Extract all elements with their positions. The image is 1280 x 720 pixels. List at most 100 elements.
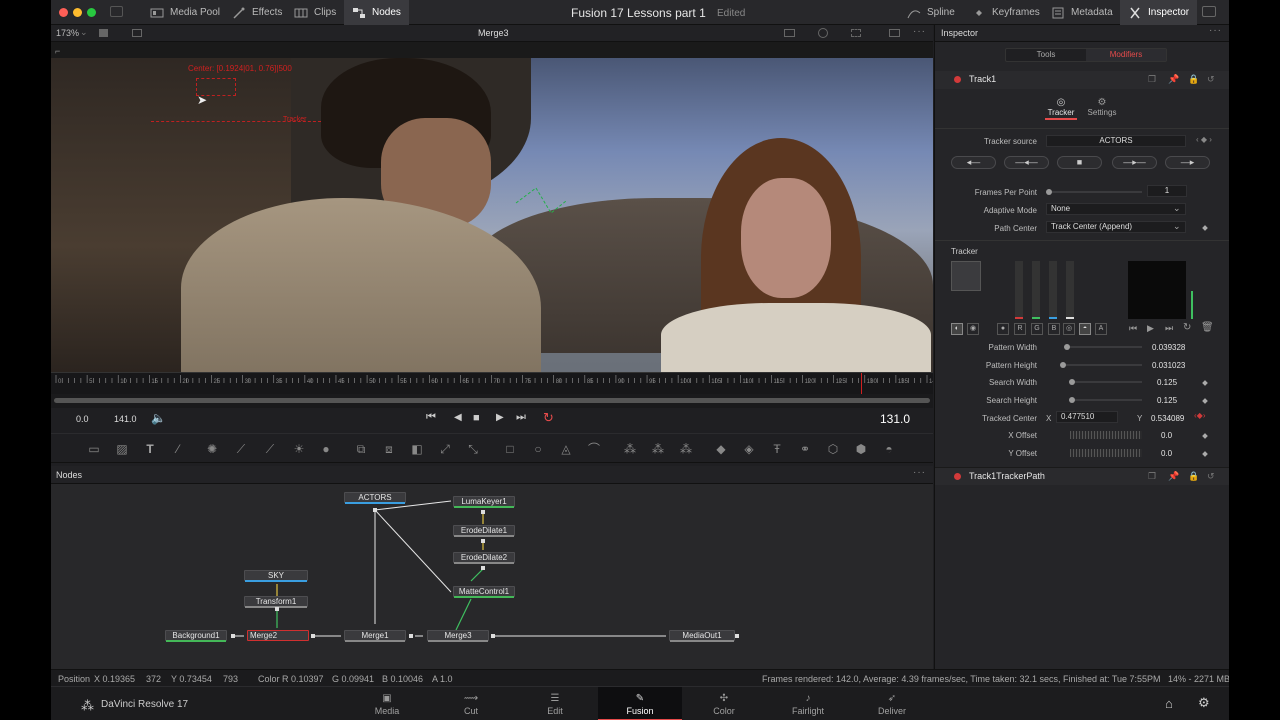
shape3d-icon[interactable]: ⚭ xyxy=(798,442,812,456)
brush-tool-icon[interactable]: ⁄ xyxy=(171,442,185,456)
page-cut[interactable]: ⟿ Cut xyxy=(429,687,513,720)
page-fusion[interactable]: ✎ Fusion xyxy=(598,687,682,720)
node-output-pin[interactable] xyxy=(481,566,485,570)
keyframe-diamond-icon[interactable] xyxy=(1202,225,1208,231)
play-icon[interactable]: ▶ xyxy=(1147,323,1154,334)
merge3d-icon[interactable]: ◈ xyxy=(742,442,756,456)
particles-tool-icon[interactable]: ✺ xyxy=(205,442,219,456)
viewer[interactable]: ⌐ Center: [0.1924|01, 0.76]|500 Tracker … xyxy=(51,42,933,372)
node-merge2[interactable]: Merge2 xyxy=(247,630,309,641)
color-view-icon[interactable]: ◉ xyxy=(967,323,979,335)
search-height-slider[interactable] xyxy=(1075,399,1142,401)
node-lumakeyer1[interactable]: LumaKeyer1 xyxy=(453,496,515,508)
pattern-height-value[interactable]: 0.031023 xyxy=(1152,361,1185,370)
node-output-pin[interactable] xyxy=(491,634,495,638)
render-start-field[interactable]: 0.0 xyxy=(76,414,89,424)
page-media[interactable]: ▣ Media xyxy=(345,687,429,720)
resize-tool-icon[interactable]: ⤢ xyxy=(438,442,452,456)
workspace-toggle-icon[interactable] xyxy=(110,6,123,17)
node-transform1[interactable]: Transform1 xyxy=(244,596,308,608)
versions-icon[interactable]: ❐ xyxy=(1148,74,1156,85)
settings-gear-icon[interactable]: ⚙ xyxy=(1198,695,1210,711)
play-icon[interactable]: ▶ xyxy=(496,412,504,423)
tab-modifiers[interactable]: Modifiers xyxy=(1086,49,1166,61)
stop-icon[interactable]: ■ xyxy=(473,412,480,424)
step-back-icon[interactable]: ◀ xyxy=(454,412,462,423)
channel-r-button[interactable]: R xyxy=(1014,323,1026,335)
audio-speaker-icon[interactable]: 🔈 xyxy=(151,411,166,425)
renderer3d-icon[interactable]: ⬡ xyxy=(826,442,840,456)
display-toggle-icon[interactable]: ◐ xyxy=(951,323,963,335)
page-fairlight[interactable]: ♪ Fairlight xyxy=(766,687,850,720)
node-merge1[interactable]: Merge1 xyxy=(344,630,406,642)
timeline-scroll-thumb[interactable] xyxy=(54,398,930,403)
fullscreen-icon[interactable] xyxy=(1202,6,1216,17)
rectangle-mask-icon[interactable]: □ xyxy=(503,442,517,456)
track-forward-button[interactable]: —▸ xyxy=(1165,156,1210,169)
zoom-level[interactable]: 173% xyxy=(56,28,79,38)
keyframe-diamond-icon[interactable] xyxy=(1202,398,1208,404)
keyframe-diamond-icon[interactable] xyxy=(1202,380,1208,386)
viewer-lut-icon[interactable] xyxy=(784,29,795,37)
viewer-layout-icon[interactable] xyxy=(132,29,142,37)
search-width-value[interactable]: 0.125 xyxy=(1157,378,1177,387)
spline-button[interactable]: Spline xyxy=(901,0,961,25)
maximize-window-icon[interactable] xyxy=(87,8,96,17)
light3d-icon[interactable]: ◓ xyxy=(882,442,896,456)
zoom-dropdown-icon[interactable]: ⌄ xyxy=(80,27,88,38)
lock-icon[interactable]: 🔒 xyxy=(1188,471,1199,482)
node-enable-dot-icon[interactable] xyxy=(954,76,961,83)
goto-start-icon[interactable]: ⏮ xyxy=(426,411,436,424)
node-output-pin[interactable] xyxy=(311,634,315,638)
clips-button[interactable]: Clips xyxy=(288,0,342,25)
text3d-icon[interactable]: Ŧ xyxy=(770,442,784,456)
node-output-pin[interactable] xyxy=(735,634,739,638)
frames-per-point-field[interactable]: 1 xyxy=(1147,185,1187,197)
home-icon[interactable]: ⌂ xyxy=(1165,696,1173,711)
track-reverse-step-button[interactable]: —◂— xyxy=(1004,156,1049,169)
node-merge3[interactable]: Merge3 xyxy=(427,630,489,642)
particle-render-icon[interactable]: ⁂ xyxy=(651,442,665,456)
keyframe-diamond-icon[interactable] xyxy=(1202,451,1208,457)
goto-start-icon[interactable]: ⏮ xyxy=(1129,323,1137,334)
tab-tools[interactable]: Tools xyxy=(1006,49,1086,61)
ellipse-mask-icon[interactable]: ○ xyxy=(531,442,545,456)
inspector-button[interactable]: Inspector xyxy=(1120,0,1198,25)
viewer-grid-icon[interactable] xyxy=(851,29,861,37)
playhead[interactable] xyxy=(861,373,862,395)
rgb-view-icon[interactable]: ● xyxy=(997,323,1009,335)
pattern-width-slider[interactable] xyxy=(1070,346,1142,348)
track-reverse-button[interactable]: ◂— xyxy=(951,156,996,169)
loop-icon[interactable]: ↻ xyxy=(1183,322,1191,333)
pattern-width-value[interactable]: 0.039328 xyxy=(1152,343,1185,352)
alpha-view-icon[interactable]: ◓ xyxy=(1079,323,1091,335)
node-output-pin[interactable] xyxy=(481,539,485,543)
loop-icon[interactable]: ↻ xyxy=(543,410,554,426)
viewer-roi-icon[interactable] xyxy=(818,28,828,38)
node-actors[interactable]: ACTORS xyxy=(344,492,406,504)
nodes-more-icon[interactable]: ··· xyxy=(913,467,926,478)
node-mattecontrol1[interactable]: MatteControl1 xyxy=(453,586,515,598)
x-offset-thumbwheel[interactable] xyxy=(1070,431,1142,439)
tracker-source-nav-icon[interactable]: ‹ ◆ › xyxy=(1196,135,1212,144)
brightness-tool-icon[interactable]: ☀ xyxy=(292,442,306,456)
paint-tool-icon[interactable]: ▨ xyxy=(115,442,129,456)
subtab-tracker[interactable]: ◎ Tracker xyxy=(1045,97,1077,123)
channel-g-button[interactable]: G xyxy=(1031,323,1043,335)
particle-forces-icon[interactable]: ⁂ xyxy=(679,442,693,456)
frames-per-point-slider[interactable] xyxy=(1052,191,1142,193)
blur-tool-icon[interactable]: ⟋ xyxy=(234,442,248,456)
track-stop-button[interactable]: ■ xyxy=(1057,156,1102,169)
versions-icon[interactable]: ❐ xyxy=(1148,471,1156,482)
goto-end-icon[interactable]: ⏭ xyxy=(516,411,526,424)
time-ruler[interactable]: 0 5 10 15 20 25 30 35 40 45 50 55 60 65 70 75 80 85 90 95 10… xyxy=(51,372,940,395)
node-output-pin[interactable] xyxy=(231,634,235,638)
merge-tool-icon[interactable]: ⧉ xyxy=(354,442,368,456)
color-corrector-icon[interactable]: ⟋ xyxy=(263,442,277,456)
node-erodedilate2[interactable]: ErodeDilate2 xyxy=(453,552,515,564)
reset-icon[interactable]: ↺ xyxy=(1207,74,1215,85)
channel-a-button[interactable]: A xyxy=(1095,323,1107,335)
node-output-pin[interactable] xyxy=(481,510,485,514)
track1-header[interactable]: Track1 ❐ 📌 🔒 ↺ xyxy=(935,71,1229,89)
channel-b-button[interactable]: B xyxy=(1048,323,1060,335)
